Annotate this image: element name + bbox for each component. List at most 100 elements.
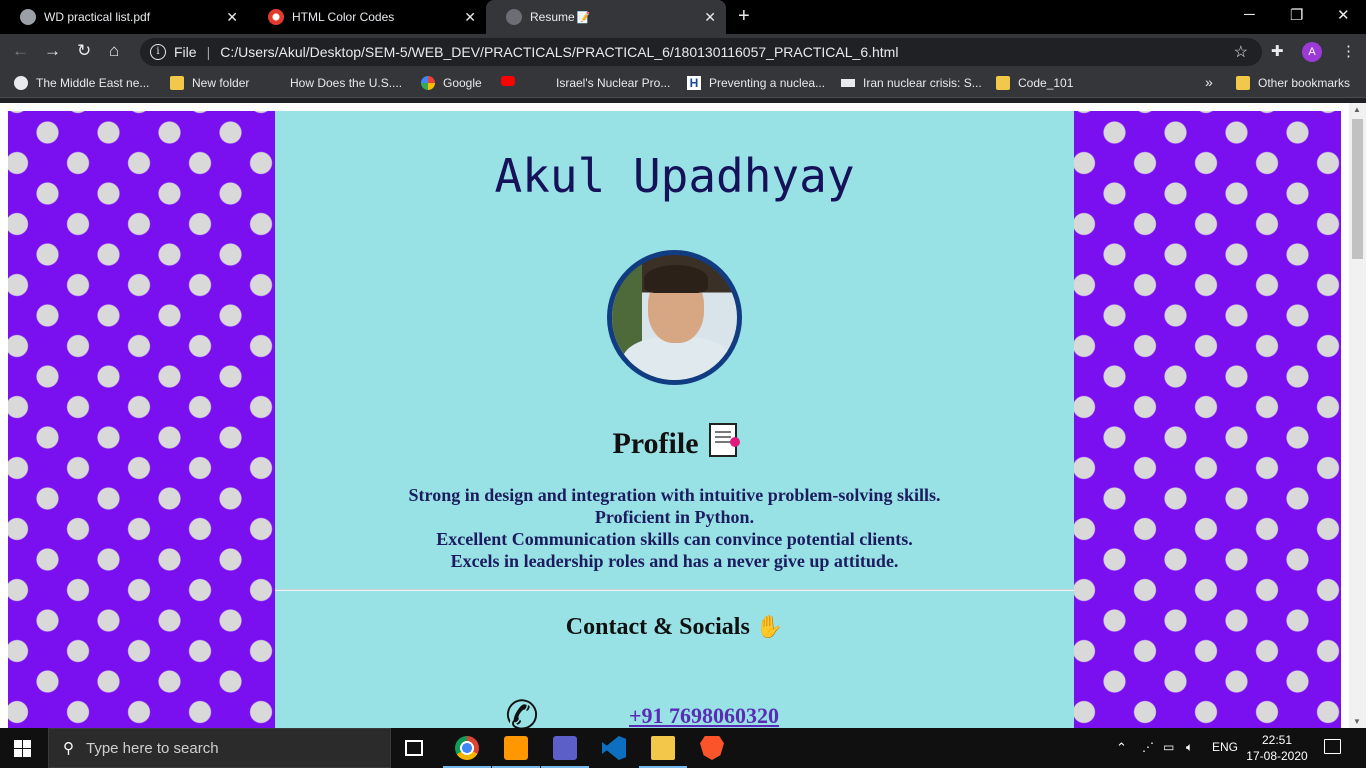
- vscode-icon[interactable]: [602, 736, 626, 760]
- google-icon: [421, 76, 435, 90]
- phone-icon: ✆: [502, 691, 542, 728]
- show-hidden-icons-icon[interactable]: ⌃: [1116, 740, 1127, 756]
- file-explorer-icon[interactable]: [639, 736, 687, 768]
- bookmark-label: Preventing a nuclea...: [709, 76, 826, 90]
- bookmarks-bar: The Middle East ne... New folder How Doe…: [0, 70, 1366, 98]
- page-scrollbar[interactable]: ▲ ▼: [1349, 103, 1366, 728]
- taskbar-clock[interactable]: 22:51 17-08-2020: [1246, 732, 1308, 764]
- bookmark-label: Google: [443, 76, 482, 90]
- forward-button[interactable]: →: [44, 42, 61, 60]
- back-button[interactable]: ←: [12, 42, 29, 60]
- brave-icon[interactable]: [700, 736, 724, 760]
- globe-icon: [506, 9, 522, 25]
- teams-icon[interactable]: [541, 736, 589, 768]
- bookmark-item[interactable]: Google: [421, 76, 482, 90]
- globe-icon: [14, 76, 28, 90]
- bookmark-label: Code_101: [1018, 76, 1074, 90]
- bookmark-item[interactable]: H Preventing a nuclea...: [687, 76, 825, 90]
- profile-line: Excels in leadership roles and has a nev…: [450, 551, 899, 571]
- tab-html-color-codes[interactable]: HTML Color Codes ✕: [248, 0, 486, 34]
- url-text: C:/Users/Akul/Desktop/SEM-5/WEB_DEV/PRAC…: [220, 44, 899, 60]
- profile-line: Strong in design and integration with in…: [408, 485, 941, 505]
- reload-button[interactable]: ↻: [77, 42, 91, 60]
- photo-shirt: [622, 337, 732, 380]
- minimize-button[interactable]: ─: [1244, 6, 1255, 23]
- page-icon: [534, 76, 548, 90]
- contact-heading: Contact & Socials ✋: [275, 614, 1074, 641]
- other-bookmarks-folder[interactable]: Other bookmarks: [1236, 76, 1350, 90]
- scroll-down-icon[interactable]: ▼: [1353, 717, 1361, 726]
- clock-time: 22:51: [1261, 733, 1293, 747]
- close-tab-icon[interactable]: ✕: [226, 9, 238, 25]
- close-window-button[interactable]: ✕: [1337, 6, 1350, 24]
- bookmark-item[interactable]: The Middle East ne...: [14, 76, 149, 90]
- resume-name: Akul Upadhyay: [494, 149, 855, 203]
- bookmark-label: New folder: [192, 76, 250, 90]
- folder-icon: [1236, 76, 1250, 90]
- profile-line: Proficient in Python.: [594, 507, 755, 527]
- windows-start-icon[interactable]: [14, 740, 31, 757]
- windows-taskbar: ⚲ Type here to search ⌃ ⋰ ▭ 🔈︎ ENG 22:51…: [0, 728, 1366, 768]
- color-wheel-icon: [268, 9, 284, 25]
- bookmark-item[interactable]: Iran nuclear crisis: S...: [841, 76, 982, 90]
- scroll-up-icon[interactable]: ▲: [1353, 105, 1361, 114]
- extensions-icon[interactable]: ✚: [1271, 42, 1284, 60]
- youtube-icon: [501, 76, 515, 86]
- tab-resume[interactable]: Resume 📝 ✕: [486, 0, 726, 34]
- folder-icon: [996, 76, 1010, 90]
- bookmark-item[interactable]: Israel's Nuclear Pro...: [534, 76, 670, 90]
- address-bar[interactable]: i File | C:/Users/Akul/Desktop/SEM-5/WEB…: [140, 38, 1262, 66]
- polka-dot-panel-left: [8, 111, 275, 728]
- bookmark-label: Iran nuclear crisis: S...: [863, 76, 982, 90]
- battery-icon[interactable]: ▭: [1163, 740, 1174, 754]
- document-icon: [708, 423, 740, 457]
- bookmark-label: How Does the U.S....: [290, 76, 403, 90]
- profile-heading-text: Profile: [612, 427, 699, 460]
- resume-content: Akul Upadhyay Profile Strong in design a…: [275, 111, 1074, 728]
- sublime-text-icon[interactable]: [492, 736, 540, 768]
- bookmarks-overflow-button[interactable]: »: [1205, 74, 1213, 90]
- bookmark-star-icon[interactable]: ☆: [1234, 42, 1248, 62]
- bookmark-label: Other bookmarks: [1258, 76, 1351, 90]
- close-tab-icon[interactable]: ✕: [464, 9, 476, 25]
- bookmark-folder[interactable]: Code_101: [996, 76, 1073, 90]
- globe-icon: [20, 9, 36, 25]
- profile-photo: [607, 250, 742, 385]
- page-viewport: Akul Upadhyay Profile Strong in design a…: [0, 103, 1349, 728]
- bookmark-label: Israel's Nuclear Pro...: [556, 76, 671, 90]
- waving-hand-icon: ✋: [755, 614, 784, 639]
- wifi-icon[interactable]: ⋰: [1142, 740, 1154, 754]
- info-icon[interactable]: i: [150, 44, 166, 60]
- contact-heading-text: Contact & Socials: [565, 614, 750, 640]
- memo-icon: 📝: [576, 11, 591, 24]
- menu-icon[interactable]: ⋮: [1341, 42, 1356, 60]
- close-tab-icon[interactable]: ✕: [704, 9, 716, 25]
- scroll-thumb[interactable]: [1352, 119, 1363, 259]
- restore-button[interactable]: ❐: [1290, 6, 1303, 24]
- volume-icon[interactable]: 🔈︎: [1186, 740, 1193, 755]
- bbc-icon: [841, 79, 855, 87]
- section-divider: [275, 589, 1074, 591]
- notifications-icon[interactable]: [1324, 739, 1341, 754]
- profile-avatar[interactable]: A: [1302, 42, 1322, 62]
- home-button[interactable]: ⌂: [109, 42, 119, 60]
- phone-link[interactable]: +91 7698060320: [629, 703, 779, 728]
- taskbar-search[interactable]: ⚲ Type here to search: [48, 728, 391, 768]
- profile-line: Excellent Communication skills can convi…: [436, 529, 913, 549]
- tab-wd-practical-list[interactable]: WD practical list.pdf ✕: [0, 0, 248, 34]
- language-indicator[interactable]: ENG: [1212, 740, 1238, 754]
- bookmark-label: The Middle East ne...: [36, 76, 150, 90]
- bookmark-folder[interactable]: New folder: [170, 76, 249, 90]
- task-view-icon[interactable]: [405, 740, 423, 756]
- bookmark-item[interactable]: How Does the U.S....: [268, 76, 402, 90]
- page-icon: [268, 76, 282, 90]
- new-tab-button[interactable]: +: [738, 6, 750, 26]
- tab-strip: WD practical list.pdf ✕ HTML Color Codes…: [0, 0, 1366, 34]
- search-icon: ⚲: [63, 740, 74, 757]
- chrome-icon[interactable]: [443, 736, 491, 768]
- h-logo-icon: H: [687, 76, 701, 90]
- folder-icon: [170, 76, 184, 90]
- tab-title: Resume: [530, 10, 575, 24]
- bookmark-item[interactable]: [501, 76, 523, 86]
- clock-date: 17-08-2020: [1246, 749, 1308, 763]
